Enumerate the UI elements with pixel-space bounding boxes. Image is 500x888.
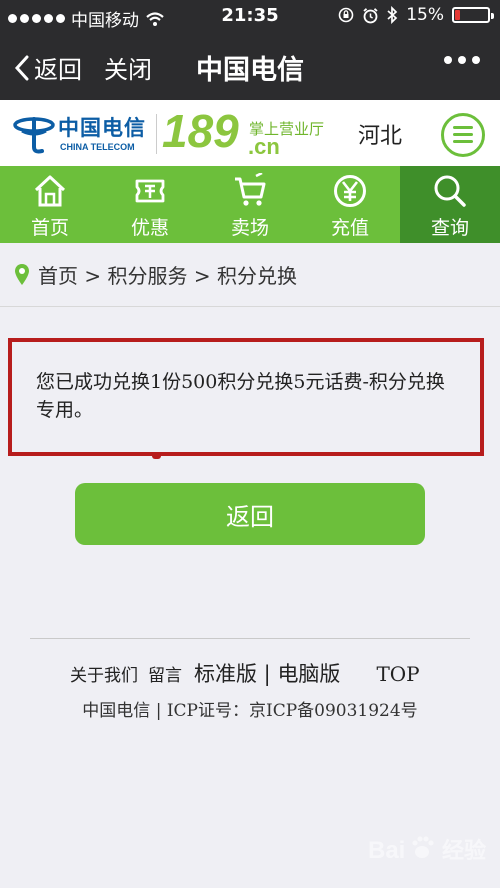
- nav-item-home[interactable]: 首页: [0, 166, 100, 243]
- logo-english-text: CHINA TELECOM: [60, 142, 135, 152]
- desktop-version-link[interactable]: 电脑版: [277, 658, 340, 688]
- nav-item-discount[interactable]: 优惠: [100, 166, 200, 243]
- breadcrumb-text[interactable]: 首页 > 积分服务 > 积分兑换: [38, 260, 297, 289]
- nav-item-label: 首页: [30, 217, 69, 239]
- annotation-mark: [152, 454, 161, 459]
- search-icon: [434, 175, 466, 207]
- standard-version-link[interactable]: 标准版: [194, 658, 257, 688]
- home-icon: [34, 175, 66, 207]
- navigation-bar: 返回 关闭 中国电信: [0, 32, 500, 100]
- svg-text:Bai: Bai: [368, 837, 405, 864]
- icp-info: 中国电信 | ICP证号：京ICP备09031924号: [82, 701, 418, 721]
- footer-divider: [30, 638, 470, 639]
- battery-level-fill: [455, 10, 460, 20]
- back-to-top-link[interactable]: TOP: [376, 662, 419, 686]
- result-message-box: 您已成功兑换1份500积分兑换5元话费-积分兑换专用。: [8, 338, 484, 456]
- logo-domain: .cn: [248, 134, 280, 159]
- feedback-link[interactable]: 留言: [148, 661, 182, 686]
- about-link[interactable]: 关于我们: [70, 661, 138, 686]
- battery-percent: 15%: [406, 5, 444, 25]
- logo-chinese-text: 中国电信: [58, 115, 146, 140]
- nav-item-recharge[interactable]: 充值: [300, 166, 400, 243]
- status-bar: 中国移动 21:35 15%: [0, 0, 500, 32]
- orientation-lock-icon: [338, 7, 354, 23]
- logo-189-text: 189: [162, 105, 239, 157]
- result-message-text: 您已成功兑换1份500积分兑换5元话费-积分兑换专用。: [36, 371, 445, 421]
- divider: [0, 306, 500, 307]
- more-options-icon[interactable]: [444, 56, 480, 64]
- menu-icon[interactable]: [441, 113, 485, 157]
- telecom-logo-icon: [13, 117, 55, 154]
- site-header: 中国电信 CHINA TELECOM 189 掌上营业厅 .cn 河北: [0, 100, 500, 166]
- region-selector[interactable]: 河北: [358, 118, 402, 150]
- nav-item-label: 优惠: [130, 217, 169, 239]
- breadcrumb: 首页 > 积分服务 > 积分兑换: [14, 260, 297, 289]
- nav-item-query[interactable]: 查询: [400, 166, 500, 243]
- main-nav: 首页 优惠 卖场 充值 查询: [0, 166, 500, 243]
- page-title: 中国电信: [196, 55, 304, 86]
- footer-links: 关于我们 留言 标准版 | 电脑版 TOP: [70, 658, 420, 688]
- baidu-paw-icon: Bai: [368, 836, 434, 864]
- nav-item-label: 充值: [330, 217, 369, 239]
- nav-item-label: 卖场: [230, 217, 269, 239]
- alarm-icon: [363, 7, 378, 23]
- cart-icon: [235, 173, 266, 206]
- bluetooth-icon: [387, 6, 398, 24]
- footer-separator: |: [257, 662, 278, 686]
- status-right: 15%: [338, 5, 494, 25]
- location-pin-icon: [15, 263, 29, 285]
- return-button[interactable]: 返回: [75, 483, 425, 545]
- yen-icon: [334, 175, 366, 207]
- watermark-text: 经验: [441, 839, 486, 864]
- baidu-watermark: Bai 经验: [368, 832, 486, 866]
- logo-divider: [156, 114, 157, 154]
- nav-item-mall[interactable]: 卖场: [200, 166, 300, 243]
- nav-item-label: 查询: [430, 217, 469, 239]
- discount-icon: [135, 179, 165, 203]
- battery-icon: [452, 7, 494, 23]
